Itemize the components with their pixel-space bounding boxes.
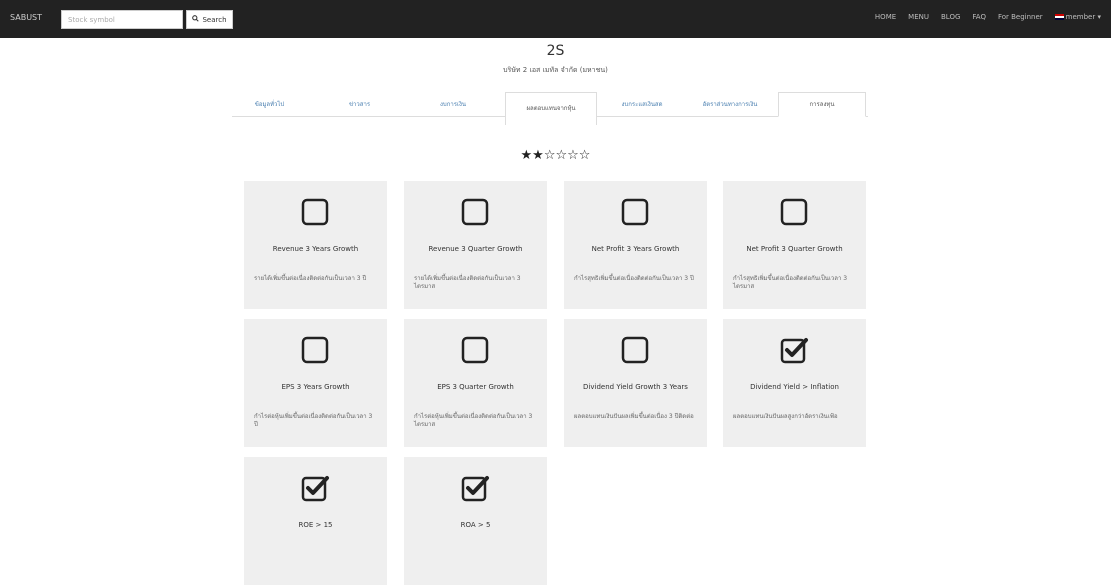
unchecked-checkbox-icon: [620, 197, 650, 227]
criteria-description: กำไรสุทธิเพิ่มขึ้นต่อเนื่องติดต่อกันเป็น…: [574, 275, 694, 282]
nav-link-beginner[interactable]: For Beginner: [998, 13, 1043, 21]
checked-checkbox-icon: [300, 473, 330, 503]
criteria-description: ผลตอบแทนเงินปันผลสูงกว่าอัตราเงินเฟ้อ: [733, 413, 838, 420]
tab-bar: ข้อมูลทั่วไป ข่าวสาร งบการเงิน ผลตอบแทนจ…: [232, 92, 868, 132]
unchecked-checkbox-icon: [779, 197, 809, 227]
criteria-card: ROE > 15: [244, 457, 387, 585]
unchecked-checkbox-icon: [460, 335, 490, 365]
criteria-title: Net Profit 3 Years Growth: [591, 245, 680, 253]
criteria-title: Revenue 3 Quarter Growth: [428, 245, 523, 253]
tab-cash-flow[interactable]: งบกระแสเงินสด: [602, 92, 682, 117]
stock-search-input[interactable]: [61, 10, 183, 29]
criteria-title: Net Profit 3 Quarter Growth: [746, 245, 843, 253]
criteria-card: Revenue 3 Years Growth รายได้เพิ่มขึ้นต่อ…: [244, 181, 387, 309]
criteria-title: EPS 3 Years Growth: [281, 383, 350, 391]
stock-code: 2S: [546, 43, 565, 59]
nav-link-faq[interactable]: FAQ: [972, 13, 986, 21]
criteria-title: Dividend Yield Growth 3 Years: [583, 383, 688, 391]
top-navbar: SABUST Search HOME MENU BLOG FAQ For Beg…: [0, 0, 1111, 38]
nav-link-blog[interactable]: BLOG: [941, 13, 960, 21]
tab-general-info[interactable]: ข้อมูลทั่วไป: [232, 92, 307, 117]
nav-link-home[interactable]: HOME: [875, 13, 896, 21]
criteria-card: Dividend Yield Growth 3 Years ผลตอบแทนเงิ…: [564, 319, 707, 447]
search-button-label: Search: [202, 15, 227, 24]
criteria-card: ROA > 5: [404, 457, 547, 585]
criteria-card: Dividend Yield > Inflation ผลตอบแทนเงินปั…: [723, 319, 866, 447]
nav-links: HOME MENU BLOG FAQ For Beginner member ▾: [875, 13, 1101, 21]
tab-investment[interactable]: การลงทุน: [778, 92, 866, 117]
user-menu[interactable]: member ▾: [1054, 13, 1101, 21]
criteria-description: กำไรต่อหุ้นเพิ่มขึ้นต่อเนื่องติดต่อกันเป…: [254, 413, 373, 428]
company-name: บริษัท 2 เอส เมทัล จำกัด (มหาชน): [503, 66, 608, 74]
criteria-title: Dividend Yield > Inflation: [750, 383, 839, 391]
star-rating: ★★☆☆☆☆: [520, 148, 591, 163]
search-icon: [192, 15, 200, 24]
criteria-description: ผลตอบแทนเงินปันผลเพิ่มขึ้นต่อเนื่อง 3 ปี…: [574, 413, 694, 420]
unchecked-checkbox-icon: [460, 197, 490, 227]
tab-stock-return[interactable]: ผลตอบแทนจากหุ้น: [505, 92, 597, 125]
criteria-card: EPS 3 Years Growth กำไรต่อหุ้นเพิ่มขึ้นต่…: [244, 319, 387, 447]
unchecked-checkbox-icon: [620, 335, 650, 365]
checked-checkbox-icon: [460, 473, 490, 503]
criteria-title: Revenue 3 Years Growth: [272, 245, 359, 253]
criteria-card: Revenue 3 Quarter Growth รายได้เพิ่มขึ้นต…: [404, 181, 547, 309]
criteria-card: Net Profit 3 Quarter Growth กำไรสุทธิเพิ่…: [723, 181, 866, 309]
tab-financial-statements[interactable]: งบการเงิน: [412, 92, 494, 117]
criteria-card: EPS 3 Quarter Growth กำไรต่อหุ้นเพิ่มขึ้น…: [404, 319, 547, 447]
flag-icon: [1054, 14, 1064, 20]
brand-logo[interactable]: SABUST: [10, 13, 42, 22]
criteria-description: รายได้เพิ่มขึ้นต่อเนื่องติดต่อกันเป็นเวล…: [254, 275, 367, 282]
tab-news[interactable]: ข่าวสาร: [322, 92, 397, 117]
unchecked-checkbox-icon: [300, 197, 330, 227]
criteria-description: กำไรต่อหุ้นเพิ่มขึ้นต่อเนื่องติดต่อกันเป…: [414, 413, 533, 428]
checked-checkbox-icon: [779, 335, 809, 365]
search-button[interactable]: Search: [186, 10, 233, 29]
criteria-description: กำไรสุทธิเพิ่มขึ้นต่อเนื่องติดต่อกันเป็น…: [733, 275, 848, 290]
tab-financial-ratios[interactable]: อัตราส่วนทางการเงิน: [684, 92, 776, 117]
user-menu-label: member: [1065, 13, 1096, 21]
nav-link-menu[interactable]: MENU: [908, 13, 929, 21]
criteria-description: รายได้เพิ่มขึ้นต่อเนื่องติดต่อกันเป็นเวล…: [414, 275, 521, 290]
criteria-card: Net Profit 3 Years Growth กำไรสุทธิเพิ่มข…: [564, 181, 707, 309]
unchecked-checkbox-icon: [300, 335, 330, 365]
criteria-title: EPS 3 Quarter Growth: [437, 383, 514, 391]
